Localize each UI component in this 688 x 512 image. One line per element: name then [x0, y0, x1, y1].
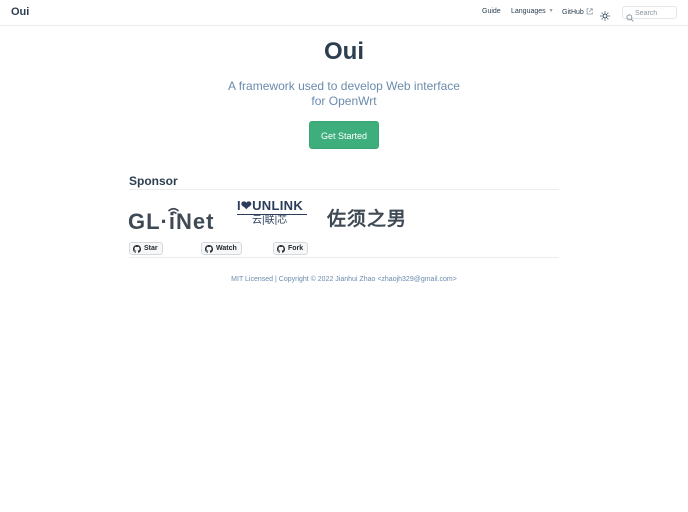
nav-link-guide[interactable]: Guide [482, 8, 501, 15]
github-fork-button[interactable]: Fork [273, 242, 309, 257]
yunlink-logo-subtext: 云|联|芯 [252, 215, 288, 226]
hero-description: A framework used to develop Web interfac… [228, 79, 460, 108]
external-link-icon [586, 8, 593, 17]
glinet-logo[interactable]: GL·iNet [128, 200, 220, 234]
github-watch-button[interactable]: Watch [201, 242, 242, 255]
sponsor-heading: Sponsor [129, 174, 178, 188]
footer-divider [129, 257, 559, 258]
navbar: Oui Guide Languages ▼ GitHub [0, 0, 688, 26]
search-box [622, 6, 677, 22]
search-input[interactable] [635, 8, 675, 18]
nav-dropdown-languages[interactable]: Languages ▼ [511, 8, 554, 15]
github-star-button[interactable]: Star [129, 242, 163, 255]
languages-label: Languages [511, 8, 546, 15]
github-link-label: GitHub [562, 9, 584, 16]
sponsor-divider [129, 189, 559, 190]
github-icon [133, 245, 141, 257]
chevron-down-icon: ▼ [548, 8, 554, 14]
github-icon [277, 245, 285, 257]
github-watch-label: Watch [216, 245, 237, 252]
yunlink-logo[interactable]: I❤UNLINK 云|联|芯 [236, 197, 310, 229]
github-star-label: Star [144, 245, 158, 252]
nav-link-github[interactable]: GitHub [562, 8, 593, 17]
github-fork-label: Fork [288, 245, 304, 252]
cn-sponsor-logo[interactable]: 佐须之男 [327, 209, 407, 231]
hero-title: Oui [324, 38, 364, 65]
sun-icon[interactable] [600, 8, 610, 21]
github-icon [205, 245, 213, 257]
search-icon [626, 9, 634, 27]
site-brand[interactable]: Oui [11, 6, 29, 18]
get-started-button[interactable]: Get Started [309, 121, 379, 149]
footer-text: MIT Licensed | Copyright © 2022 Jianhui … [231, 276, 457, 283]
yunlink-logo-text: I❤UNLINK [237, 198, 304, 213]
